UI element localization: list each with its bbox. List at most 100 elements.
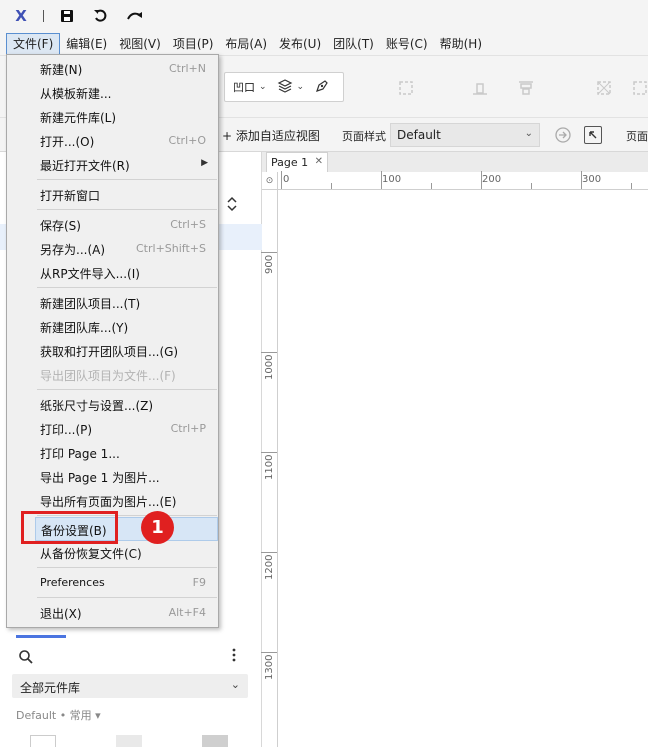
layers-icon[interactable]: [277, 78, 293, 97]
menu-item-label: 新建元件库(L): [40, 111, 117, 125]
menu-item-shortcut: Ctrl+N: [168, 62, 206, 75]
ruler-label: 1100: [264, 454, 275, 480]
save-icon[interactable]: [54, 4, 80, 28]
ruler-label: 200: [482, 174, 502, 185]
align-top-icon[interactable]: [466, 74, 494, 102]
menu-item-label: 退出(X): [40, 607, 82, 621]
undo-icon[interactable]: [88, 4, 114, 28]
menu-item-label: 导出所有页面为图片...(E): [40, 495, 177, 509]
tab-page-1[interactable]: Page 1 ✕: [266, 152, 328, 172]
menu-item-shortcut: Ctrl+Shift+S: [136, 242, 206, 255]
menu-edit[interactable]: 编辑(E): [60, 33, 113, 55]
ruler-tick: [631, 183, 632, 189]
shape-select[interactable]: 凹口: [233, 79, 255, 95]
ruler-tick: [261, 452, 277, 453]
menu-item-preferences[interactable]: Preferences F9: [35, 571, 218, 595]
canvas-area: Page 1 ✕ ⊙ 0 100 200 300 900 1000 1100 1…: [261, 152, 648, 747]
pen-icon[interactable]: [314, 78, 330, 97]
search-icon[interactable]: [18, 649, 34, 665]
menu-project[interactable]: 项目(P): [167, 33, 220, 55]
ruler-label: 100: [382, 174, 402, 185]
ruler-tick: [281, 171, 282, 189]
menu-item-label: 新建团队项目...(T): [40, 297, 141, 311]
menu-item-save[interactable]: 保存(S) Ctrl+S: [35, 213, 218, 237]
menu-item-export-all-images[interactable]: 导出所有页面为图片...(E): [35, 489, 218, 513]
app-logo: X: [15, 7, 27, 25]
collapse-icon[interactable]: [584, 126, 602, 144]
menu-item-label: 保存(S): [40, 219, 81, 233]
widget-thumbnail[interactable]: [30, 735, 56, 747]
ruler-label: 1000: [264, 354, 275, 380]
menu-item-save-as[interactable]: 另存为...(A) Ctrl+Shift+S: [35, 237, 218, 261]
tool-group: 凹口 ⌄ ⌄: [224, 72, 344, 102]
menu-item-label: 打印 Page 1...: [40, 447, 120, 461]
menu-item-new[interactable]: 新建(N) Ctrl+N: [35, 57, 218, 81]
align-bottom-icon[interactable]: [512, 74, 540, 102]
menu-item-label: 从模板新建...: [40, 87, 112, 101]
grid-icon[interactable]: [590, 74, 618, 102]
ruler-label: 300: [582, 174, 602, 185]
page-align-label: 页面对: [626, 130, 648, 143]
page-tabs: Page 1 ✕: [262, 152, 648, 172]
menu-item-label: 纸张尺寸与设置...(Z): [40, 399, 154, 413]
menu-item-label: 从备份恢复文件(C): [40, 547, 142, 561]
redo-icon[interactable]: [122, 4, 148, 28]
menu-divider: [37, 389, 217, 390]
menu-item-recent-files[interactable]: 最近打开文件(R) ▶: [35, 153, 218, 177]
chevron-down-icon: ⌄: [524, 128, 533, 139]
arrow-right-circle-icon[interactable]: [554, 126, 572, 144]
widget-thumbnail[interactable]: [202, 735, 228, 747]
menu-item-print-page[interactable]: 打印 Page 1...: [35, 441, 218, 465]
menu-item-new-team-project[interactable]: 新建团队项目...(T): [35, 291, 218, 315]
menu-item-export-page-image[interactable]: 导出 Page 1 为图片...: [35, 465, 218, 489]
menu-item-import-rp[interactable]: 从RP文件导入...(I): [35, 261, 218, 285]
frame-icon[interactable]: [392, 74, 420, 102]
ruler-label: 1300: [264, 654, 275, 680]
menu-item-label: 打开新窗口: [40, 189, 101, 203]
chevron-down-icon[interactable]: ⌄: [297, 82, 305, 92]
add-adaptive-view-button[interactable]: + 添加自适应视图: [222, 127, 320, 144]
ruler-label: 1200: [264, 554, 275, 580]
menu-item-label: 从RP文件导入...(I): [40, 267, 140, 281]
ruler-label: 900: [264, 254, 275, 274]
menu-item-label: 导出 Page 1 为图片...: [40, 471, 160, 485]
menu-account[interactable]: 账号(C): [380, 33, 434, 55]
menu-layout[interactable]: 布局(A): [219, 33, 273, 55]
ruler-tick: [581, 171, 582, 189]
menu-publish[interactable]: 发布(U): [273, 33, 327, 55]
menu-item-print[interactable]: 打印...(P) Ctrl+P: [35, 417, 218, 441]
menu-item-new-from-template[interactable]: 从模板新建...: [35, 81, 218, 105]
menu-view[interactable]: 视图(V): [113, 33, 167, 55]
more-options-icon[interactable]: [232, 648, 236, 662]
menu-item-new-team-library[interactable]: 新建团队库...(Y): [35, 315, 218, 339]
menu-item-shortcut: Ctrl+S: [170, 218, 206, 231]
menu-item-new-library[interactable]: 新建元件库(L): [35, 105, 218, 129]
title-bar: X: [0, 0, 648, 32]
menu-help[interactable]: 帮助(H): [434, 33, 488, 55]
menu-divider: [37, 287, 217, 288]
widget-thumbnail[interactable]: [116, 735, 142, 747]
expand-collapse-icon[interactable]: [226, 196, 238, 216]
frame-icon[interactable]: [626, 74, 648, 102]
page-style-label: 页面样式: [342, 130, 386, 143]
menu-item-label: 新建(N): [40, 63, 83, 77]
ruler-horizontal: 0 100 200 300: [278, 171, 648, 190]
chevron-down-icon[interactable]: ⌄: [259, 82, 267, 92]
ruler-label: 0: [283, 174, 290, 185]
menu-item-open[interactable]: 打开...(O) Ctrl+O: [35, 129, 218, 153]
menu-team[interactable]: 团队(T): [327, 33, 380, 55]
menu-item-label: 最近打开文件(R): [40, 159, 130, 173]
ruler-origin-icon[interactable]: ⊙: [262, 172, 278, 190]
ruler-tick: [261, 352, 277, 353]
page-style-select[interactable]: Default ⌄: [390, 123, 540, 147]
menu-item-paper-size[interactable]: 纸张尺寸与设置...(Z): [35, 393, 218, 417]
close-icon[interactable]: ✕: [315, 156, 323, 167]
library-select[interactable]: 全部元件库 ⌄: [12, 674, 248, 698]
menu-item-restore-backup[interactable]: 从备份恢复文件(C): [35, 541, 218, 565]
menu-item-exit[interactable]: 退出(X) Alt+F4: [35, 601, 218, 625]
library-filter[interactable]: Default • 常用 ▾: [16, 707, 101, 723]
menu-file[interactable]: 文件(F): [6, 32, 61, 55]
menu-item-label: 另存为...(A): [40, 243, 106, 257]
menu-item-open-new-window[interactable]: 打开新窗口: [35, 183, 218, 207]
menu-item-get-team-project[interactable]: 获取和打开团队项目...(G): [35, 339, 218, 363]
